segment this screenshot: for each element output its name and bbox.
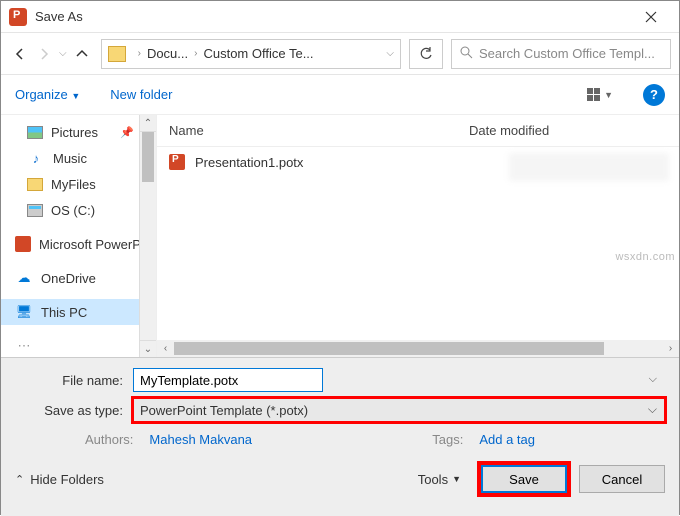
hide-folders-label: Hide Folders: [30, 472, 104, 487]
navigation-pane: Pictures 📌 ♪ Music MyFiles OS (C:) Microso…: [1, 115, 156, 357]
chevron-down-icon: ▼: [604, 90, 613, 100]
titlebar: Save As: [1, 1, 679, 33]
potx-file-icon: [169, 154, 185, 170]
folder-icon: [27, 178, 43, 191]
sidebar-item-label: This PC: [41, 305, 87, 320]
hscroll-thumb[interactable]: [174, 342, 604, 355]
help-icon: ?: [650, 87, 658, 102]
filename-label: File name:: [15, 373, 133, 388]
breadcrumb-seg-2[interactable]: Custom Office Te...: [203, 46, 313, 61]
saveastype-select[interactable]: PowerPoint Template (*.potx): [133, 398, 665, 422]
sidebar-item-myfiles[interactable]: MyFiles: [1, 171, 156, 197]
network-icon: ⋯: [15, 338, 33, 354]
view-grid-icon: [587, 88, 600, 101]
refresh-button[interactable]: [409, 39, 443, 69]
scroll-up-icon[interactable]: ⌃: [140, 115, 156, 132]
pin-icon: 📌: [120, 126, 134, 139]
sidebar-item-label: OneDrive: [41, 271, 96, 286]
sidebar-item-music[interactable]: ♪ Music: [1, 145, 156, 171]
scroll-down-icon[interactable]: ⌄: [140, 340, 156, 357]
back-button[interactable]: [9, 43, 31, 65]
breadcrumb-chevron-icon: ›: [132, 48, 147, 59]
save-button[interactable]: Save: [481, 465, 567, 493]
view-options-button[interactable]: ▼: [587, 88, 613, 101]
pictures-icon: [27, 126, 43, 139]
sidebar-item-label: Microsoft PowerPo: [39, 237, 148, 252]
authors-value[interactable]: Mahesh Makvana: [149, 432, 252, 447]
sidebar-item-onedrive[interactable]: ☁ OneDrive: [1, 265, 156, 291]
search-input[interactable]: Search Custom Office Templ...: [451, 39, 671, 69]
column-date-header[interactable]: Date modified: [469, 123, 549, 138]
sidebar-item-label: Pictures: [51, 125, 98, 140]
disk-icon: [27, 204, 43, 217]
refresh-icon: [419, 47, 433, 61]
form-panel: File name: Save as type: PowerPoint Temp…: [1, 357, 679, 516]
sidebar-scrollbar[interactable]: ⌃ ⌄: [139, 115, 156, 357]
new-folder-button[interactable]: New folder: [110, 87, 172, 102]
file-name: Presentation1.potx: [195, 155, 303, 170]
filename-input[interactable]: [133, 368, 323, 392]
help-button[interactable]: ?: [643, 84, 665, 106]
arrow-right-icon: [37, 47, 51, 61]
chevron-up-icon: ⌃: [15, 473, 24, 486]
forward-button[interactable]: [33, 43, 55, 65]
tags-value[interactable]: Add a tag: [479, 432, 535, 447]
sidebar-item-label: Music: [53, 151, 87, 166]
sidebar-item-label: OS (C:): [51, 203, 95, 218]
search-icon: [460, 46, 473, 62]
sidebar-item-label: MyFiles: [51, 177, 96, 192]
cancel-button[interactable]: Cancel: [579, 465, 665, 493]
powerpoint-icon: [9, 8, 27, 26]
column-name-header[interactable]: Name: [169, 123, 469, 138]
breadcrumb-chevron-icon: ›: [188, 48, 203, 59]
saveastype-label: Save as type:: [15, 403, 133, 418]
sidebar-item-pictures[interactable]: Pictures 📌: [1, 119, 156, 145]
sidebar-item-network[interactable]: ⋯: [1, 333, 156, 357]
window-title: Save As: [35, 9, 83, 24]
main-area: Pictures 📌 ♪ Music MyFiles OS (C:) Microso…: [1, 115, 679, 357]
close-icon: [645, 11, 657, 23]
nav-bar: ⌵ › Docu... › Custom Office Te... ⌵ Sear…: [1, 33, 679, 75]
tools-menu[interactable]: Tools ▼: [418, 472, 461, 487]
search-placeholder: Search Custom Office Templ...: [479, 46, 655, 61]
sidebar-item-powerpoint[interactable]: Microsoft PowerPo: [1, 231, 156, 257]
scroll-right-icon[interactable]: ›: [662, 340, 679, 357]
breadcrumb-seg-1[interactable]: Docu...: [147, 46, 188, 61]
authors-label: Authors:: [85, 432, 133, 447]
address-bar[interactable]: › Docu... › Custom Office Te... ⌵: [101, 39, 401, 69]
recent-locations-dropdown[interactable]: ⌵: [57, 48, 69, 59]
toolbar: Organize ▼ New folder ▼ ?: [1, 75, 679, 115]
music-icon: ♪: [27, 150, 45, 166]
chevron-down-icon: ▼: [452, 474, 461, 484]
up-button[interactable]: [71, 43, 93, 65]
column-headers: Name Date modified: [157, 115, 679, 147]
powerpoint-icon: [15, 236, 31, 252]
blurred-date: [509, 153, 669, 181]
sidebar-item-os-c[interactable]: OS (C:): [1, 197, 156, 223]
cloud-icon: ☁: [15, 270, 33, 286]
tags-label: Tags:: [432, 432, 463, 447]
scroll-thumb[interactable]: [142, 132, 154, 182]
arrow-left-icon: [13, 47, 27, 61]
hide-folders-button[interactable]: ⌃ Hide Folders: [15, 472, 104, 487]
pc-icon: 🖥: [15, 304, 33, 320]
close-button[interactable]: [631, 1, 671, 33]
address-expand-icon[interactable]: ⌵: [386, 48, 394, 59]
folder-icon: [108, 46, 126, 62]
chevron-down-icon: ▼: [71, 91, 80, 101]
organize-menu[interactable]: Organize ▼: [15, 87, 80, 102]
arrow-up-icon: [75, 47, 89, 61]
file-list-pane: Name Date modified Presentation1.potx ‹ …: [156, 115, 679, 357]
watermark: wsxdn.com: [615, 251, 675, 263]
scroll-left-icon[interactable]: ‹: [157, 340, 174, 357]
sidebar-item-this-pc[interactable]: 🖥 This PC: [1, 299, 156, 325]
horizontal-scrollbar[interactable]: ‹ ›: [157, 340, 679, 357]
